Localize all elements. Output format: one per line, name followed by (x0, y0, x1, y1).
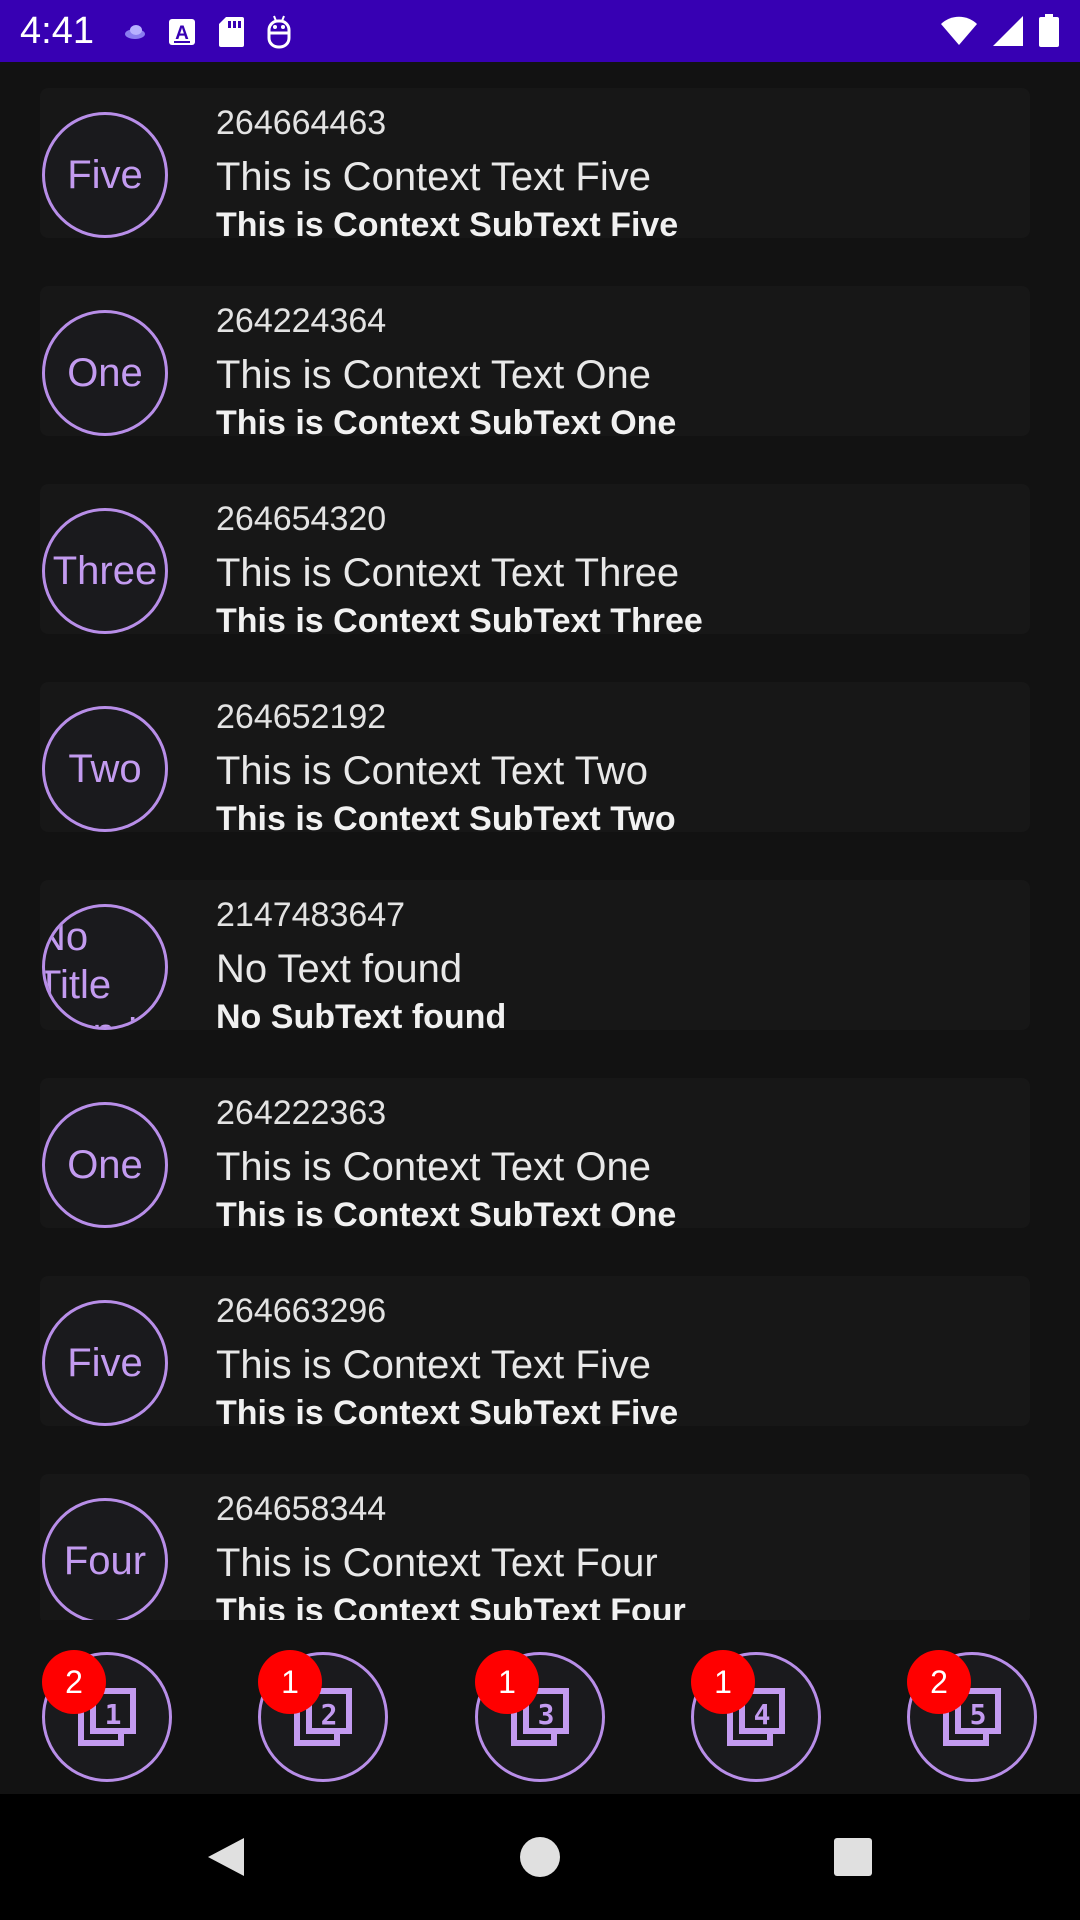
list-item[interactable]: No Title found 2147483647 No Text found … (40, 880, 1030, 1036)
system-nav-bar (0, 1794, 1080, 1920)
svg-text:1: 1 (105, 1698, 122, 1731)
cloud-icon (124, 25, 146, 39)
font-a-icon: A (168, 18, 196, 46)
tab-5-badge: 2 (907, 1650, 971, 1714)
item-subtitle: This is Context SubText Two (216, 800, 676, 838)
svg-text:4: 4 (754, 1698, 771, 1731)
item-title: This is Context Text Three (216, 551, 680, 595)
wifi-icon (940, 16, 978, 46)
item-title: This is Context Text Five (216, 1343, 651, 1387)
avatar: Four (42, 1498, 168, 1620)
bottom-tab-bar: 1 2 2 1 3 1 4 1 5 2 (0, 1620, 1080, 1794)
avatar: Five (42, 1300, 168, 1426)
item-subtitle: This is Context SubText One (216, 1196, 677, 1234)
item-subtitle: This is Context SubText Five (216, 206, 679, 244)
item-title: This is Context Text One (216, 353, 651, 397)
status-bar: 4:41 A (0, 0, 1080, 62)
svg-text:A: A (175, 23, 189, 44)
item-id: 264224364 (216, 302, 387, 340)
list-item[interactable]: Five 264663296 This is Context Text Five… (40, 1276, 1030, 1432)
list-item[interactable]: One 264222363 This is Context Text One T… (40, 1078, 1030, 1234)
avatar: Two (42, 706, 168, 832)
item-title: This is Context Text Two (216, 749, 649, 793)
back-icon[interactable] (204, 1834, 250, 1880)
context-list[interactable]: Five 264664463 This is Context Text Five… (0, 62, 1080, 1620)
item-subtitle: This is Context SubText Three (216, 602, 703, 640)
svg-text:2: 2 (321, 1698, 338, 1731)
avatar-label: Five (67, 153, 143, 197)
tab-4-badge: 1 (691, 1650, 755, 1714)
item-id: 264222363 (216, 1094, 387, 1132)
android-robot-icon (266, 15, 292, 49)
list-item[interactable]: Four 264658344 This is Context Text Four… (40, 1474, 1030, 1620)
avatar: One (42, 310, 168, 436)
item-title: No Text found (216, 947, 463, 991)
item-id: 264658344 (216, 1490, 387, 1528)
item-id: 2147483647 (216, 896, 406, 934)
item-subtitle: This is Context SubText One (216, 404, 677, 442)
status-time: 4:41 (20, 10, 94, 52)
item-id: 264664463 (216, 104, 387, 142)
tab-3-badge: 1 (475, 1650, 539, 1714)
system-status-icons (940, 10, 1060, 52)
avatar-label: One (67, 1143, 143, 1187)
tab-1-badge: 2 (42, 1650, 106, 1714)
avatar-label: Three (52, 549, 158, 593)
item-title: This is Context Text Five (216, 155, 651, 199)
tab-2-badge: 1 (258, 1650, 322, 1714)
item-title: This is Context Text Four (216, 1541, 658, 1585)
svg-text:3: 3 (538, 1698, 555, 1731)
avatar: One (42, 1102, 168, 1228)
list-item[interactable]: One 264224364 This is Context Text One T… (40, 286, 1030, 442)
avatar-label: No Title found (42, 915, 137, 1027)
list-item[interactable]: Five 264664463 This is Context Text Five… (40, 88, 1030, 244)
svg-text:5: 5 (970, 1698, 987, 1731)
avatar: Three (42, 508, 168, 634)
avatar-label: Five (67, 1341, 143, 1385)
app-screen: 4:41 A Five 264664463 This is Context Te… (0, 0, 1080, 1920)
home-icon[interactable] (517, 1834, 563, 1880)
avatar: No Title found (42, 904, 168, 1030)
item-id: 264663296 (216, 1292, 387, 1330)
item-subtitle: This is Context SubText Five (216, 1394, 679, 1432)
list-item[interactable]: Two 264652192 This is Context Text Two T… (40, 682, 1030, 838)
avatar-label: Four (63, 1539, 147, 1583)
item-id: 264652192 (216, 698, 387, 736)
item-id: 264654320 (216, 500, 387, 538)
notification-icons: A (124, 12, 292, 52)
avatar-label: Two (68, 747, 142, 791)
recents-icon[interactable] (830, 1834, 876, 1880)
cellular-signal-icon (992, 15, 1024, 47)
item-title: This is Context Text One (216, 1145, 651, 1189)
avatar-label: One (67, 351, 143, 395)
avatar: Five (42, 112, 168, 238)
sd-card-icon (218, 16, 244, 48)
battery-icon (1038, 14, 1060, 48)
item-subtitle: No SubText found (216, 998, 507, 1036)
list-item[interactable]: Three 264654320 This is Context Text Thr… (40, 484, 1030, 640)
item-subtitle: This is Context SubText Four (216, 1592, 686, 1620)
